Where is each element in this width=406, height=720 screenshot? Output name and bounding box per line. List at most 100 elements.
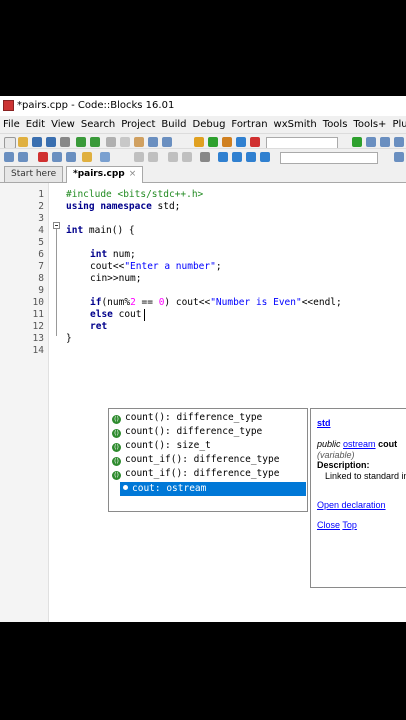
doc-namespace-link[interactable]: std (317, 418, 331, 428)
keyword: else (90, 309, 113, 320)
build-gear-icon[interactable] (194, 137, 204, 147)
code-text: std; (151, 201, 181, 212)
debug-next-icon[interactable] (380, 137, 390, 147)
menu-debug[interactable]: Debug (190, 116, 229, 133)
line-number: 8 (38, 273, 44, 284)
code-text: <<endl; (301, 297, 342, 308)
doc-type-link[interactable]: ostream (343, 439, 376, 449)
bookmark-icon[interactable] (38, 152, 48, 162)
highlight-icon[interactable] (82, 152, 92, 162)
autocomplete-item[interactable]: () count_if(): difference_type (111, 467, 299, 481)
function-icon: () (112, 471, 121, 480)
close-file-icon[interactable] (60, 137, 70, 147)
menu-search[interactable]: Search (78, 116, 118, 133)
doc-description-label: Description: (317, 460, 370, 470)
line-number: 13 (32, 333, 44, 344)
rebuild-icon[interactable] (236, 137, 246, 147)
tab-start-here[interactable]: Start here (4, 166, 64, 182)
code-line-8: cin>>num; (90, 273, 142, 284)
line-number: 5 (38, 237, 44, 248)
code-line-11: else cout (90, 309, 142, 321)
close-tab-icon[interactable]: × (129, 169, 137, 179)
autocomplete-item[interactable]: () count(): difference_type (111, 411, 299, 425)
string-literal: "Enter a number" (124, 261, 216, 272)
match-brace-icon[interactable] (100, 152, 110, 162)
menu-build[interactable]: Build (158, 116, 189, 133)
menu-edit[interactable]: Edit (23, 116, 48, 133)
keyword: int (66, 225, 84, 236)
doc-description: Linked to standard in (325, 471, 406, 481)
debug-stop-icon[interactable] (394, 137, 404, 147)
autocomplete-item[interactable]: () count(): size_t (111, 439, 299, 453)
run-icon[interactable] (208, 137, 218, 147)
open-declaration-link[interactable]: Open declaration (317, 500, 386, 510)
paste-icon[interactable] (134, 137, 144, 147)
autocomplete-item-label: count_if(): difference_type (125, 468, 280, 479)
debug-continue-icon[interactable] (352, 137, 362, 147)
undo-icon[interactable] (76, 137, 86, 147)
string-literal: "Number is Even" (210, 297, 302, 308)
next-instruction-icon[interactable] (260, 152, 270, 162)
menu-fortran[interactable]: Fortran (228, 116, 270, 133)
find-icon[interactable] (148, 137, 158, 147)
title-bar: *pairs.cpp - Code::Blocks 16.01 (0, 96, 406, 116)
function-icon: () (112, 415, 121, 424)
jump-back-icon[interactable] (4, 152, 14, 162)
cut-icon[interactable] (106, 137, 116, 147)
menu-project[interactable]: Project (118, 116, 158, 133)
documentation-popup: std public ostream cout (variable) Descr… (310, 408, 406, 588)
secondary-toolbar (0, 148, 406, 165)
close-link[interactable]: Close (317, 520, 340, 530)
code-line-1: #include <bits/stdc++.h> (66, 189, 204, 200)
next-line-icon[interactable] (246, 152, 256, 162)
autocomplete-item[interactable]: () count(): difference_type (111, 425, 299, 439)
code-text: cout<< (90, 261, 125, 272)
step-into-icon[interactable] (218, 152, 228, 162)
prev-bookmark-icon[interactable] (52, 152, 62, 162)
open-folder-icon[interactable] (18, 137, 28, 147)
menu-view[interactable]: View (48, 116, 78, 133)
abort-icon[interactable] (250, 137, 260, 147)
redo-icon[interactable] (90, 137, 100, 147)
code-line-7: cout<<"Enter a number"; (90, 261, 222, 273)
doc-footer-links: Close Top (317, 520, 357, 530)
uncomment-icon[interactable] (148, 152, 158, 162)
menu-tools[interactable]: Tools (320, 116, 351, 133)
code-text: == (135, 297, 159, 308)
menu-plugins[interactable]: Plugins (389, 116, 406, 133)
copy-icon[interactable] (120, 137, 130, 147)
replace-icon[interactable] (162, 137, 172, 147)
save-icon[interactable] (32, 137, 42, 147)
line-number: 14 (32, 345, 44, 356)
tab-pairs-cpp[interactable]: *pairs.cpp × (66, 166, 144, 183)
menu-file[interactable]: File (0, 116, 23, 133)
tab-pairs-cpp-label: *pairs.cpp (73, 169, 125, 179)
codeblocks-window: *pairs.cpp - Code::Blocks 16.01 File Edit… (0, 96, 406, 622)
jump-forward-icon[interactable] (18, 152, 28, 162)
menu-wxsmith[interactable]: wxSmith (271, 116, 320, 133)
doxy-line-icon[interactable] (182, 152, 192, 162)
menu-tools-plus[interactable]: Tools+ (350, 116, 389, 133)
debug-step-icon[interactable] (366, 137, 376, 147)
keyword: using namespace (66, 201, 152, 212)
step-out-icon[interactable] (232, 152, 242, 162)
comment-icon[interactable] (134, 152, 144, 162)
top-link[interactable]: Top (342, 520, 357, 530)
text-cursor (144, 309, 145, 321)
keyword: int (90, 249, 108, 260)
function-icon: () (112, 443, 121, 452)
code-line-4: int main() { (66, 225, 135, 237)
build-and-run-icon[interactable] (222, 137, 232, 147)
symbol-search-icon[interactable] (394, 152, 404, 162)
autocomplete-item[interactable]: () count_if(): difference_type (111, 453, 299, 467)
fold-toggle-icon[interactable] (53, 222, 60, 229)
scope-select[interactable] (280, 152, 378, 164)
autocomplete-item-selected[interactable]: cout: ostream (120, 482, 306, 496)
keyword: if (90, 297, 102, 308)
function-icon: () (112, 429, 121, 438)
save-all-icon[interactable] (46, 137, 56, 147)
doc-access: public (317, 439, 341, 449)
next-bookmark-icon[interactable] (66, 152, 76, 162)
wrench-icon[interactable] (200, 152, 210, 162)
doxy-block-icon[interactable] (168, 152, 178, 162)
